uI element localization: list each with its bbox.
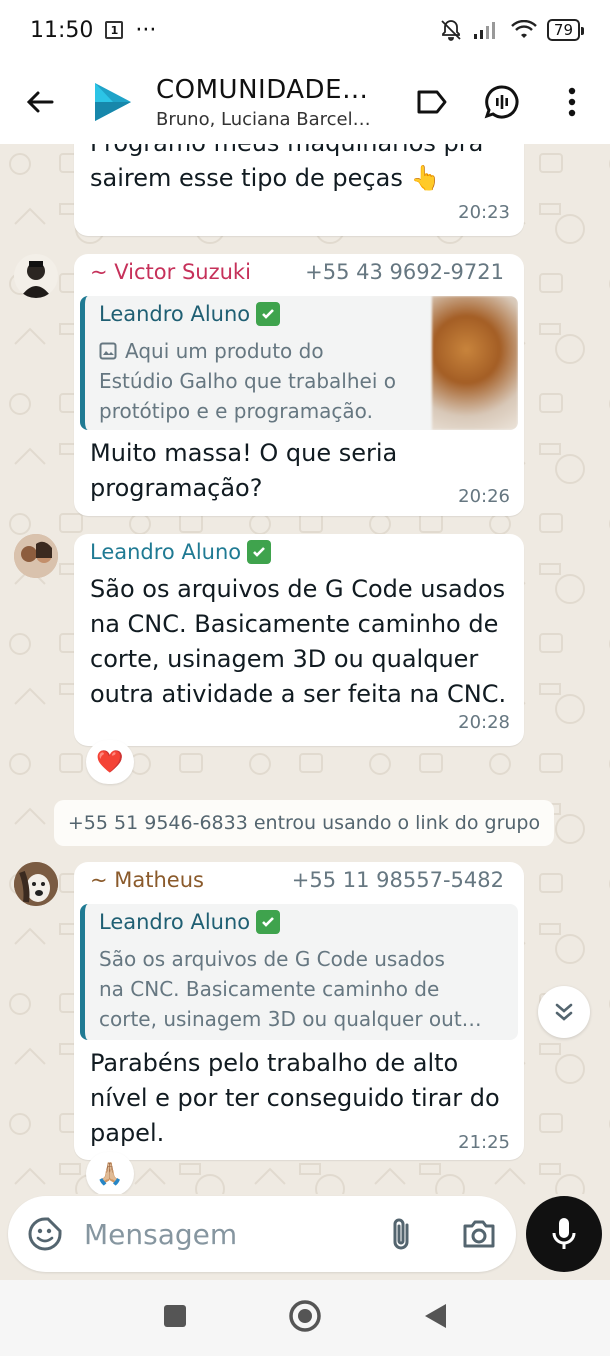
signal-icon <box>473 22 495 39</box>
group-call-icon <box>484 85 519 119</box>
quote-line: Estúdio Galho que trabalhei o <box>99 369 396 393</box>
home-button[interactable] <box>288 1299 322 1337</box>
message-text-line: Muito massa! O que seria <box>90 439 398 467</box>
camera-icon <box>463 1220 495 1248</box>
square-recents-icon <box>164 1305 186 1327</box>
message-text-line: programação? <box>90 474 263 502</box>
message-bubble[interactable]: Leandro Aluno São os arquivos de G Code … <box>74 534 524 746</box>
emoji-button[interactable] <box>26 1215 64 1253</box>
double-chevron-down-icon <box>555 1003 573 1021</box>
message-bubble[interactable]: ~ Matheus +55 11 98557-5482 Leandro Alun… <box>74 862 524 1160</box>
notification-app-icon: 1 <box>105 21 124 39</box>
reaction-heart[interactable]: ❤️ <box>86 740 134 784</box>
status-bar: 11:50 1 ··· 79 <box>0 0 610 60</box>
status-time: 11:50 <box>30 17 94 43</box>
paperclip-icon <box>393 1218 409 1250</box>
message-input[interactable] <box>84 1217 364 1251</box>
chat-header: COMUNIDADE… Bruno, Luciana Barcel… <box>0 60 610 144</box>
arrow-left-icon <box>26 91 54 113</box>
sender-name[interactable]: ~ Victor Suzuki <box>90 260 251 284</box>
chat-title-block[interactable]: COMUNIDADE… Bruno, Luciana Barcel… <box>156 75 386 130</box>
voice-record-button[interactable] <box>526 1196 602 1272</box>
check-badge-icon <box>256 910 281 934</box>
system-nav-bar <box>0 1280 610 1356</box>
group-title: COMUNIDADE… <box>156 74 369 105</box>
back-nav-button[interactable] <box>422 1302 448 1334</box>
avatar-leandro[interactable] <box>14 534 58 578</box>
system-join-notice: +55 51 9546-6833 entrou usando o link do… <box>54 800 554 846</box>
message-text-line: outra atividade a ser feita na CNC. <box>90 680 507 708</box>
dog-avatar-icon <box>14 862 58 906</box>
group-logo-icon <box>95 83 131 121</box>
message-bubble[interactable]: ~ Victor Suzuki +55 43 9692-9721 Leandro… <box>74 254 524 516</box>
camera-button[interactable] <box>460 1215 498 1253</box>
more-options-button[interactable] <box>554 84 590 120</box>
quote-thumbnail-image <box>432 296 518 430</box>
sender-phone[interactable]: +55 11 98557-5482 <box>292 868 504 892</box>
person-avatar-icon <box>14 534 58 578</box>
quoted-message[interactable]: Leandro Aluno São os arquivos de G Code … <box>80 904 518 1040</box>
wifi-icon <box>511 20 537 38</box>
group-avatar[interactable] <box>84 74 140 130</box>
image-icon <box>99 342 117 360</box>
quote-line: protótipo e e programação. <box>99 399 373 423</box>
more-vert-icon <box>568 87 576 117</box>
quote-line: corte, usinagem 3D ou qualquer out… <box>99 1007 482 1031</box>
quoted-message[interactable]: Leandro Aluno Aqui um produto do Estúdio… <box>80 296 518 430</box>
message-time: 20:23 <box>458 202 510 223</box>
message-text-line: corte, usinagem 3D ou qualquer <box>90 645 479 673</box>
quote-author-name: Leandro Aluno <box>99 910 251 934</box>
reaction-emoji: 🙏🏼 <box>96 1161 124 1187</box>
group-participants: Bruno, Luciana Barcel… <box>156 108 371 130</box>
mic-icon <box>552 1218 576 1249</box>
status-more-dots: ··· <box>135 17 157 43</box>
message-text: sairem esse tipo de peças 👆 <box>90 164 441 192</box>
sender-phone[interactable]: +55 43 9692-9721 <box>305 260 504 284</box>
message-time: 20:28 <box>458 712 510 733</box>
message-text-line: na CNC. Basicamente caminho de <box>90 610 499 638</box>
bell-muted-icon <box>441 20 461 41</box>
message-text-line: papel. <box>90 1119 165 1147</box>
sticker-emoji-icon <box>28 1217 62 1251</box>
message-text-cut: Programo meus maquinários pra <box>90 144 483 161</box>
avatar-matheus[interactable] <box>14 862 58 906</box>
message-text-line: São os arquivos de G Code usados <box>90 575 506 603</box>
back-button[interactable] <box>20 82 60 122</box>
message-time: 21:25 <box>458 1132 510 1153</box>
person-avatar-icon <box>20 261 52 298</box>
check-badge-icon <box>256 302 281 326</box>
group-call-button[interactable] <box>484 84 520 120</box>
sender-name[interactable]: ~ Matheus <box>90 868 204 892</box>
message-text-line: nível e por ter conseguido tirar do <box>90 1084 500 1112</box>
message-time: 20:26 <box>458 486 510 507</box>
battery-indicator: 79 <box>546 19 585 41</box>
quote-line: São os arquivos de G Code usados <box>99 947 445 971</box>
avatar-victor[interactable] <box>14 254 58 298</box>
chat-messages-area[interactable]: Programo meus maquinários pra sairem ess… <box>0 144 610 1194</box>
attach-button[interactable] <box>382 1215 420 1253</box>
quote-line: na CNC. Basicamente caminho de <box>99 977 440 1001</box>
system-text: +55 51 9546-6833 entrou usando o link do… <box>67 812 541 834</box>
sender-name[interactable]: Leandro Aluno <box>90 540 241 564</box>
scroll-to-bottom-button[interactable] <box>538 986 590 1038</box>
label-tag-icon <box>417 90 447 114</box>
label-button[interactable] <box>414 84 450 120</box>
triangle-back-icon <box>425 1304 446 1328</box>
message-text-line: Parabéns pelo trabalho de alto <box>90 1049 459 1077</box>
recents-button[interactable] <box>162 1303 188 1333</box>
reaction-pray[interactable]: 🙏🏼 <box>86 1152 134 1194</box>
quote-author-name: Leandro Aluno <box>99 302 251 326</box>
circle-home-icon <box>289 1300 321 1332</box>
reaction-emoji: ❤️ <box>96 749 124 775</box>
check-badge-icon <box>247 540 272 564</box>
message-composer[interactable] <box>8 1196 516 1272</box>
quote-line: Aqui um produto do <box>125 339 324 363</box>
message-bubble[interactable]: Programo meus maquinários pra sairem ess… <box>74 144 524 236</box>
